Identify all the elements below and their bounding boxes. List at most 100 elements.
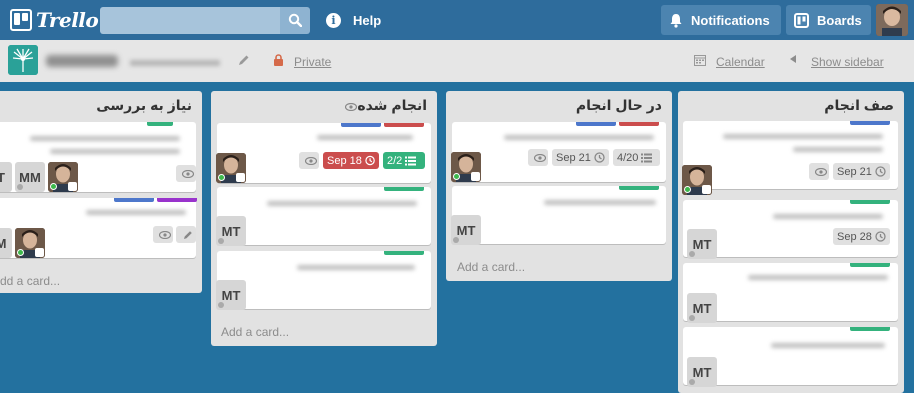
member-avatar[interactable]: M xyxy=(0,228,12,258)
card-title-redacted xyxy=(50,149,180,154)
info-icon: i xyxy=(326,13,341,28)
member-avatar[interactable]: T xyxy=(0,162,12,192)
eye-icon xyxy=(158,230,171,239)
member-avatar-photo[interactable] xyxy=(682,165,712,195)
due-date: Sep 21 xyxy=(837,165,872,178)
notifications-label: Notifications xyxy=(691,12,770,28)
card[interactable]: MT xyxy=(683,263,898,323)
card-title-redacted xyxy=(30,136,180,141)
search-input[interactable] xyxy=(100,7,280,34)
due-date-badge[interactable]: Sep 21 xyxy=(833,163,890,180)
card-title-redacted xyxy=(504,135,654,140)
member-avatar-photo[interactable] xyxy=(216,153,246,183)
member-avatar-photo[interactable] xyxy=(48,162,78,192)
member-initials: MT xyxy=(221,287,241,303)
label-green xyxy=(850,327,890,331)
card[interactable]: T MM xyxy=(0,122,196,192)
list-title[interactable]: صف انجام xyxy=(824,97,894,114)
label-green xyxy=(619,186,659,190)
add-card-link[interactable]: Add a card... xyxy=(457,260,525,274)
clock-icon xyxy=(875,231,886,242)
list-title[interactable]: انجام شده xyxy=(357,97,427,114)
checklist-count: 2/2 xyxy=(387,154,403,167)
search-box xyxy=(100,7,310,34)
add-card-link[interactable]: Add a card... xyxy=(221,325,289,339)
due-date: Sep 21 xyxy=(556,151,591,164)
lock-icon xyxy=(274,54,283,66)
list-done: انجام شده Sep 18 2/2 MT MT Add a card... xyxy=(211,91,437,346)
calendar-link[interactable]: Calendar xyxy=(716,55,765,69)
checklist-badge: 2/2 xyxy=(383,152,425,169)
card[interactable]: Sep 21 xyxy=(682,121,898,195)
list-title[interactable]: در حال انجام xyxy=(576,97,662,114)
help-label: Help xyxy=(353,13,382,28)
member-avatar[interactable]: MT xyxy=(216,280,246,310)
notifications-button[interactable]: Notifications xyxy=(661,5,781,35)
edit-badge[interactable] xyxy=(176,226,196,243)
card[interactable]: MT xyxy=(216,251,431,310)
board-header: Private Calendar Show sidebar xyxy=(0,40,914,82)
dandelion-icon xyxy=(8,45,38,75)
member-avatar[interactable]: MT xyxy=(687,357,717,387)
checklist-count: 4/20 xyxy=(617,151,639,164)
list-review: نیاز به بررسی T MM M Add a card... xyxy=(0,91,202,293)
checklist-badge: 4/20 xyxy=(613,149,660,166)
member-avatar[interactable]: MT xyxy=(687,293,717,323)
card-title-redacted xyxy=(86,210,186,215)
boards-label: Boards xyxy=(817,12,862,28)
member-avatar[interactable]: MT xyxy=(687,229,717,259)
label-green xyxy=(147,122,173,126)
card-title-redacted xyxy=(748,275,888,280)
watch-badge xyxy=(176,165,196,182)
label-blue xyxy=(114,198,154,202)
due-date-badge[interactable]: Sep 21 xyxy=(552,149,609,166)
chevron-left-icon xyxy=(790,55,796,63)
member-avatar-photo[interactable] xyxy=(451,152,481,182)
list-in-progress: در حال انجام Sep 21 4/20 MT Add a card..… xyxy=(446,91,672,281)
member-initials: T xyxy=(0,169,5,185)
list-title[interactable]: نیاز به بررسی xyxy=(96,97,192,114)
member-avatar[interactable]: MT xyxy=(451,215,481,245)
add-card-link[interactable]: Add a card... xyxy=(0,274,60,288)
member-avatar-photo[interactable] xyxy=(15,228,45,258)
card[interactable]: MT xyxy=(451,186,666,245)
card[interactable]: Sep 18 2/2 xyxy=(216,123,431,183)
eye-icon xyxy=(181,169,194,178)
watch-badge xyxy=(528,149,548,166)
card[interactable]: MT xyxy=(216,187,431,246)
card-title-redacted xyxy=(297,265,415,270)
search-button[interactable] xyxy=(280,7,310,34)
board-icon[interactable] xyxy=(8,45,38,75)
help-button[interactable]: i Help xyxy=(326,7,381,34)
card-title-redacted xyxy=(771,343,885,348)
pencil-icon xyxy=(183,230,192,239)
member-initials: MM xyxy=(19,169,41,185)
card-title-redacted xyxy=(773,214,883,219)
logo-text: Trello xyxy=(36,8,99,32)
show-sidebar-link[interactable]: Show sidebar xyxy=(811,55,884,69)
clock-icon xyxy=(594,152,605,163)
due-date-badge[interactable]: Sep 28 xyxy=(833,228,890,245)
due-date-badge[interactable]: Sep 18 xyxy=(323,152,379,169)
trello-logo[interactable]: Trello xyxy=(10,8,99,32)
card[interactable]: Sep 28 MT xyxy=(683,200,898,259)
privacy-link[interactable]: Private xyxy=(294,55,331,69)
board-title-redacted[interactable] xyxy=(46,55,118,67)
edit-pencil-icon[interactable] xyxy=(238,54,250,66)
member-avatar[interactable]: MM xyxy=(15,162,45,192)
card[interactable]: MT xyxy=(683,327,898,387)
search-icon xyxy=(288,13,302,27)
avatar-photo xyxy=(876,4,908,36)
member-avatar[interactable]: MT xyxy=(216,216,246,246)
label-purple xyxy=(157,198,197,202)
label-red xyxy=(384,123,424,127)
label-blue xyxy=(850,121,890,125)
eye-icon xyxy=(533,153,546,162)
member-initials: MT xyxy=(692,300,712,316)
user-avatar[interactable] xyxy=(876,4,908,36)
card[interactable]: Sep 21 4/20 xyxy=(451,122,666,182)
watch-badge xyxy=(299,152,319,169)
card[interactable]: M xyxy=(0,198,197,258)
boards-button[interactable]: Boards xyxy=(786,5,871,35)
label-green xyxy=(384,187,424,191)
